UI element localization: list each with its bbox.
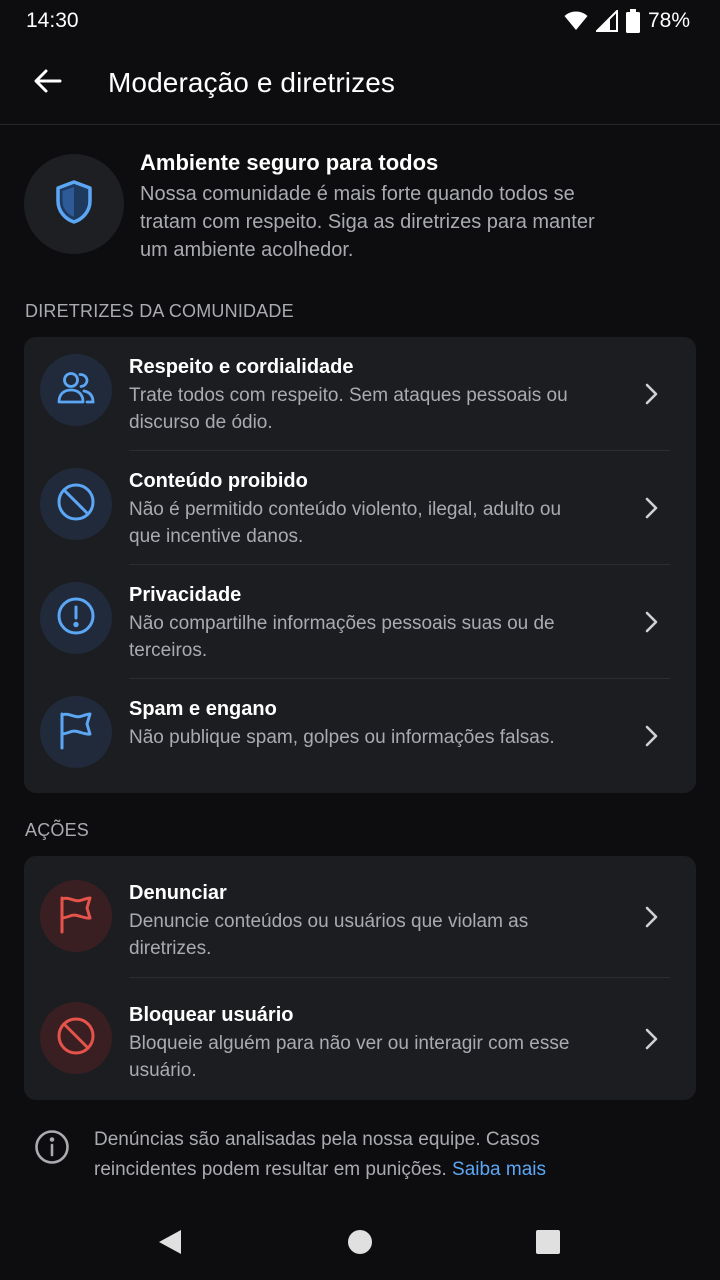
learn-more-link[interactable]: Saiba mais [452, 1159, 546, 1180]
chevron-right-icon [640, 725, 662, 747]
shield-icon [54, 179, 94, 230]
block-icon [56, 1016, 96, 1061]
battery-percent: 78% [647, 9, 690, 32]
guideline-text: Respeito e cordialidade Trate todos com … [129, 354, 589, 436]
status-icons: 78% [564, 9, 690, 33]
alert-circle-icon-container [40, 582, 112, 654]
intro-banner: Ambiente seguro para todos Nossa comunid… [24, 150, 696, 264]
shield-icon-container [24, 154, 124, 254]
guideline-item-spam[interactable]: Spam e engano Não publique spam, golpes … [24, 679, 696, 793]
actions-card: Denunciar Denuncie conteúdos ou usuários… [24, 856, 696, 1100]
intro-description: Nossa comunidade é mais forte quando tod… [140, 183, 595, 261]
intro-text: Ambiente seguro para todos Nossa comunid… [140, 150, 600, 264]
guideline-text: Conteúdo proibido Não é permitido conteú… [129, 468, 589, 550]
block-icon-container [40, 1002, 112, 1074]
back-button[interactable] [20, 55, 76, 111]
nav-back-icon[interactable] [156, 1228, 184, 1256]
flag-icon-container [40, 696, 112, 768]
footer-info: Denúncias são analisadas pela nossa equi… [34, 1125, 694, 1185]
action-item-block[interactable]: Bloquear usuário Bloqueie alguém para nã… [24, 978, 696, 1100]
guideline-description: Não é permitido conteúdo violento, ilega… [129, 499, 562, 547]
guideline-title: Respeito e cordialidade [129, 356, 354, 378]
guideline-title: Privacidade [129, 584, 242, 606]
nav-home-icon[interactable] [346, 1228, 374, 1256]
action-description: Bloqueie alguém para não ver ou interagi… [129, 1033, 570, 1081]
guideline-description: Não publique spam, golpes ou informações… [129, 727, 555, 748]
guideline-item-respect[interactable]: Respeito e cordialidade Trate todos com … [24, 337, 696, 451]
page-title: Moderação e diretrizes [108, 67, 395, 98]
guideline-item-privacy[interactable]: Privacidade Não compartilhe informações … [24, 565, 696, 679]
guideline-description: Trate todos com respeito. Sem ataques pe… [129, 385, 568, 433]
battery-icon [625, 9, 640, 33]
action-description: Denuncie conteúdos ou usuários que viola… [129, 911, 529, 959]
wifi-icon [564, 11, 588, 31]
action-text: Denunciar Denuncie conteúdos ou usuários… [129, 880, 589, 962]
flag-icon [57, 894, 95, 939]
action-text: Bloquear usuário Bloqueie alguém para nã… [129, 1002, 589, 1084]
chevron-right-icon [640, 497, 662, 519]
action-title: Denunciar [129, 882, 227, 904]
action-title: Bloquear usuário [129, 1004, 294, 1026]
chevron-right-icon [640, 383, 662, 405]
guideline-description: Não compartilhe informações pessoais sua… [129, 613, 555, 661]
action-item-report[interactable]: Denunciar Denuncie conteúdos ou usuários… [24, 856, 696, 978]
app-bar: Moderação e diretrizes [0, 42, 720, 125]
users-icon [56, 370, 96, 411]
chevron-right-icon [640, 1028, 662, 1050]
cell-signal-icon [595, 10, 618, 32]
users-icon-container [40, 354, 112, 426]
guidelines-section-header: DIRETRIZES DA COMUNIDADE [25, 301, 294, 321]
prohibited-icon [56, 482, 96, 527]
guideline-title: Spam e engano [129, 698, 277, 720]
flag-icon-container [40, 880, 112, 952]
guideline-item-prohibited[interactable]: Conteúdo proibido Não é permitido conteú… [24, 451, 696, 565]
info-icon [34, 1129, 70, 1170]
guideline-text: Spam e engano Não publique spam, golpes … [129, 696, 589, 751]
status-bar: 14:30 78% [0, 0, 720, 42]
guideline-title: Conteúdo proibido [129, 470, 308, 492]
guideline-text: Privacidade Não compartilhe informações … [129, 582, 589, 664]
guidelines-card: Respeito e cordialidade Trate todos com … [24, 337, 696, 793]
status-time: 14:30 [26, 9, 79, 32]
flag-icon [57, 710, 95, 755]
footer-text: Denúncias são analisadas pela nossa equi… [94, 1125, 634, 1185]
arrow-left-icon [34, 69, 62, 98]
intro-title: Ambiente seguro para todos [140, 150, 439, 175]
alert-circle-icon [56, 596, 96, 641]
system-nav-bar [0, 1200, 720, 1280]
chevron-right-icon [640, 906, 662, 928]
chevron-right-icon [640, 611, 662, 633]
prohibited-icon-container [40, 468, 112, 540]
actions-section-header: AÇÕES [25, 820, 90, 840]
nav-recents-icon[interactable] [534, 1228, 562, 1256]
